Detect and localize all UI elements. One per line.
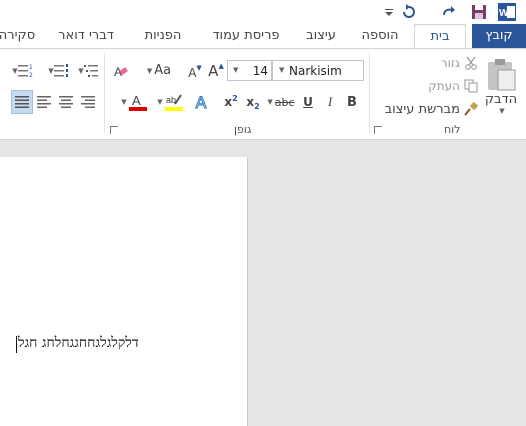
- superscript-label: x: [224, 95, 233, 109]
- tab-file[interactable]: קובץ: [472, 24, 526, 49]
- save-icon[interactable]: [470, 3, 488, 21]
- group-separator: [104, 53, 105, 133]
- tab-design[interactable]: עיצוב: [296, 24, 346, 49]
- subscript-label: x: [246, 95, 255, 109]
- clipboard-dialog-launcher[interactable]: [374, 126, 382, 134]
- document-page[interactable]: [0, 157, 248, 426]
- numbering-button[interactable]: ▼: [44, 60, 70, 81]
- superscript-button[interactable]: x2: [221, 91, 241, 113]
- cut-label: גזור: [440, 56, 460, 70]
- redo-icon[interactable]: [440, 3, 458, 21]
- format-painter-button[interactable]: מברשת עיצוב: [376, 99, 478, 119]
- underline-button[interactable]: U: [298, 91, 318, 113]
- bullets-button[interactable]: ▼ 12: [4, 60, 40, 81]
- strikethrough-button[interactable]: ▼ abc: [264, 91, 296, 113]
- customize-qat-icon[interactable]: [380, 3, 398, 21]
- tab-mailings[interactable]: דברי דואר: [48, 24, 124, 49]
- font-name-dropdown-icon[interactable]: ▼: [279, 66, 284, 74]
- scissors-icon: [465, 56, 477, 70]
- bold-label: B: [347, 94, 357, 110]
- font-size-value: 14: [252, 64, 268, 78]
- svg-text:A: A: [132, 93, 141, 108]
- font-size-dropdown-icon[interactable]: ▼: [233, 66, 238, 74]
- tab-review[interactable]: סקירה: [0, 24, 42, 49]
- tab-home[interactable]: בית: [414, 24, 466, 49]
- align-center-button[interactable]: [56, 91, 76, 113]
- paste-dropdown-icon[interactable]: ▼: [499, 107, 504, 115]
- font-dialog-launcher[interactable]: [110, 126, 118, 134]
- eraser-icon: A: [114, 65, 128, 79]
- ribbon-home: הדבק ▼ גזור העתק מברשת עיצוב לוח Narkisi…: [0, 48, 526, 140]
- document-text[interactable]: דלקלגלגחחגגחלחג חגל: [18, 335, 139, 352]
- font-name-box[interactable]: Narkisim ▼: [272, 60, 364, 81]
- font-size-box[interactable]: 14 ▼: [227, 60, 272, 81]
- justify-button[interactable]: [11, 90, 33, 114]
- grow-font-button[interactable]: A ▲: [206, 60, 226, 81]
- clipboard-icon: [488, 59, 516, 91]
- change-case-button[interactable]: ▼ Aa: [142, 60, 174, 81]
- tab-insert[interactable]: הוספה: [350, 24, 410, 49]
- align-left-button[interactable]: [34, 91, 54, 113]
- underline-label: U: [303, 95, 313, 109]
- strikethrough-dropdown-icon: ▼: [267, 98, 273, 106]
- text-effects-button[interactable]: A: [190, 91, 212, 113]
- word-logo-icon[interactable]: W: [498, 3, 516, 21]
- align-left-icon: [37, 96, 51, 108]
- text-effects-label: A: [195, 92, 207, 112]
- multilevel-list-button[interactable]: ▼: [74, 60, 100, 81]
- shrink-font-label: A: [188, 65, 197, 80]
- change-case-label: Aa: [154, 63, 172, 78]
- highlight-color-button[interactable]: ▼ ab: [152, 91, 186, 113]
- italic-label: I: [327, 94, 333, 109]
- cut-button[interactable]: גזור: [430, 53, 478, 73]
- strikethrough-label: abc: [274, 95, 295, 109]
- ribbon-tabs: קובץ בית הוספה עיצוב פריסת עמוד הפניות ד…: [0, 24, 526, 49]
- svg-text:1: 1: [29, 64, 33, 71]
- clipboard-group-label: לוח: [444, 123, 461, 136]
- grow-font-label: A: [208, 61, 219, 80]
- svg-text:2: 2: [29, 72, 33, 78]
- bold-button[interactable]: B: [342, 91, 362, 113]
- subscript-button[interactable]: x2: [243, 91, 263, 113]
- font-color-dropdown-icon: ▼: [121, 98, 127, 106]
- align-center-icon: [59, 96, 73, 108]
- tab-references[interactable]: הפניות: [132, 24, 194, 49]
- highlighter-icon: ab: [164, 94, 183, 111]
- repeat-icon[interactable]: [400, 3, 418, 21]
- copy-button[interactable]: העתק: [420, 76, 478, 96]
- tab-page-layout[interactable]: פריסת עמוד: [200, 24, 292, 49]
- clear-formatting-button[interactable]: A: [110, 60, 132, 81]
- justify-icon: [15, 96, 29, 108]
- font-color-icon: A: [128, 93, 147, 111]
- font-group-label: גופן: [234, 123, 252, 136]
- paste-button[interactable]: הדבק ▼: [480, 53, 522, 119]
- font-name-value: Narkisim: [289, 64, 342, 78]
- quick-access-toolbar: W: [0, 0, 526, 24]
- font-color-button[interactable]: ▼ A: [114, 91, 152, 113]
- copy-icon: [464, 79, 478, 93]
- numbering-icon: [53, 63, 68, 77]
- align-right-icon: [81, 96, 95, 108]
- multilevel-list-icon: [83, 64, 98, 77]
- svg-text:W: W: [499, 8, 509, 19]
- paintbrush-icon: [464, 102, 478, 116]
- paste-label: הדבק: [484, 92, 518, 107]
- change-case-dropdown-icon: ▼: [146, 66, 153, 75]
- bullets-icon: 12: [17, 64, 33, 78]
- highlight-dropdown-icon: ▼: [157, 98, 163, 106]
- copy-label: העתק: [428, 79, 460, 93]
- text-cursor: [16, 336, 17, 353]
- align-right-button[interactable]: [78, 91, 98, 113]
- italic-button[interactable]: I: [320, 91, 340, 113]
- format-painter-label: מברשת עיצוב: [384, 101, 460, 117]
- group-separator: [369, 53, 370, 133]
- shrink-font-button[interactable]: A ▼: [185, 62, 205, 83]
